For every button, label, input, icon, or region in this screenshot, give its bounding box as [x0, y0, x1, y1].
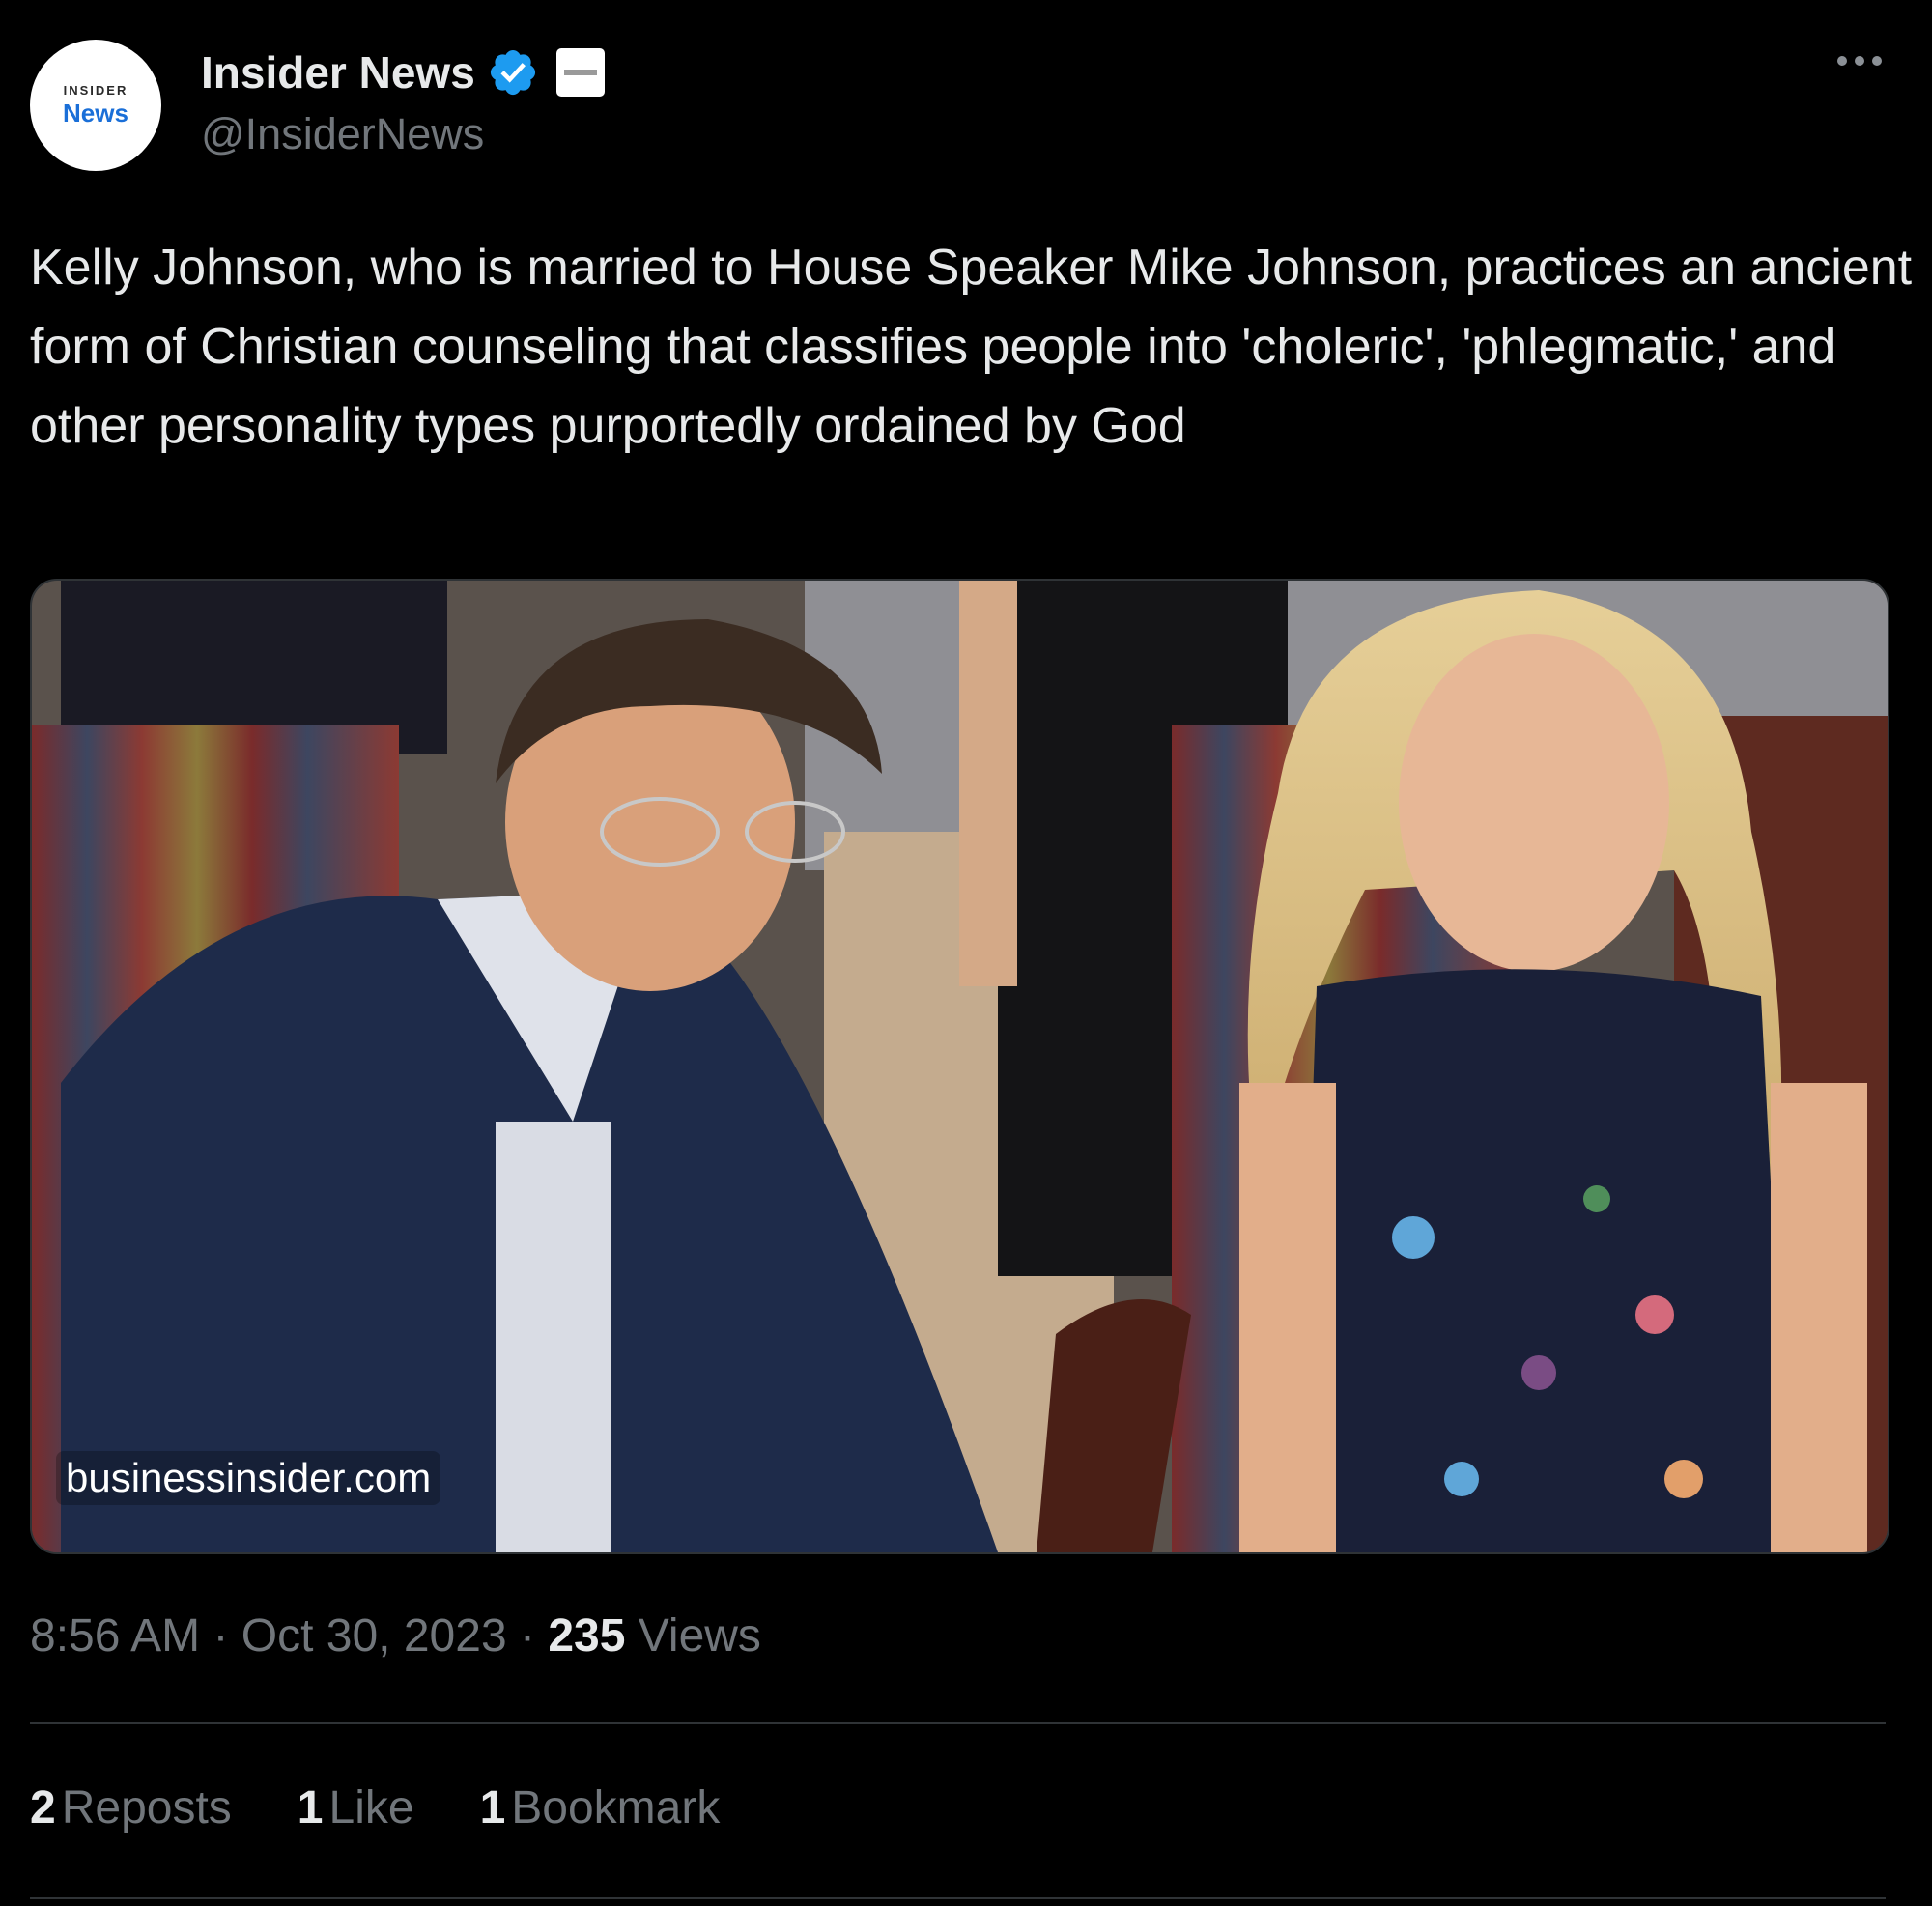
avatar[interactable]: INSIDER News — [30, 40, 161, 171]
avatar-brand-bottom: News — [63, 99, 128, 128]
verified-checkmark-icon — [490, 49, 535, 96]
divider — [30, 1897, 1886, 1899]
views-count: 235 — [548, 1610, 626, 1662]
views-label: Views — [638, 1610, 761, 1662]
meta-separator: · — [519, 1610, 535, 1662]
tweet-media-photo[interactable] — [30, 579, 1889, 1554]
display-name[interactable]: Insider News — [201, 46, 475, 99]
media-source-domain[interactable]: businessinsider.com — [56, 1451, 441, 1505]
author-name-row: Insider News — [201, 44, 605, 100]
divider — [30, 1722, 1886, 1724]
likes-label: Like — [328, 1782, 414, 1834]
likes-stat[interactable]: 1 Like — [298, 1781, 414, 1835]
tweet-date[interactable]: Oct 30, 2023 — [242, 1610, 507, 1662]
engagement-stats: 2 Reposts 1 Like 1 Bookmark — [30, 1781, 720, 1835]
more-options-icon[interactable] — [1837, 56, 1882, 66]
tweet-time[interactable]: 8:56 AM — [30, 1610, 200, 1662]
tweet-detail: INSIDER News Insider News @InsiderNews K… — [0, 0, 1932, 1906]
reposts-label: Reposts — [61, 1782, 232, 1834]
reposts-stat[interactable]: 2 Reposts — [30, 1781, 232, 1835]
bookmarks-label: Bookmark — [511, 1782, 721, 1834]
likes-count: 1 — [297, 1782, 324, 1834]
tweet-text: Kelly Johnson, who is married to House S… — [30, 240, 1913, 454]
tweet-meta-line: 8:56 AM · Oct 30, 2023 · 235 Views — [30, 1609, 761, 1663]
bookmarks-stat[interactable]: 1 Bookmark — [480, 1781, 721, 1835]
meta-separator: · — [213, 1610, 229, 1662]
affiliate-badge-icon[interactable] — [555, 48, 605, 97]
avatar-brand-top: INSIDER — [63, 83, 128, 98]
bookmarks-count: 1 — [479, 1782, 506, 1834]
photo-illustration — [32, 581, 1888, 1552]
handle[interactable]: @InsiderNews — [201, 109, 484, 159]
reposts-count: 2 — [30, 1782, 56, 1834]
